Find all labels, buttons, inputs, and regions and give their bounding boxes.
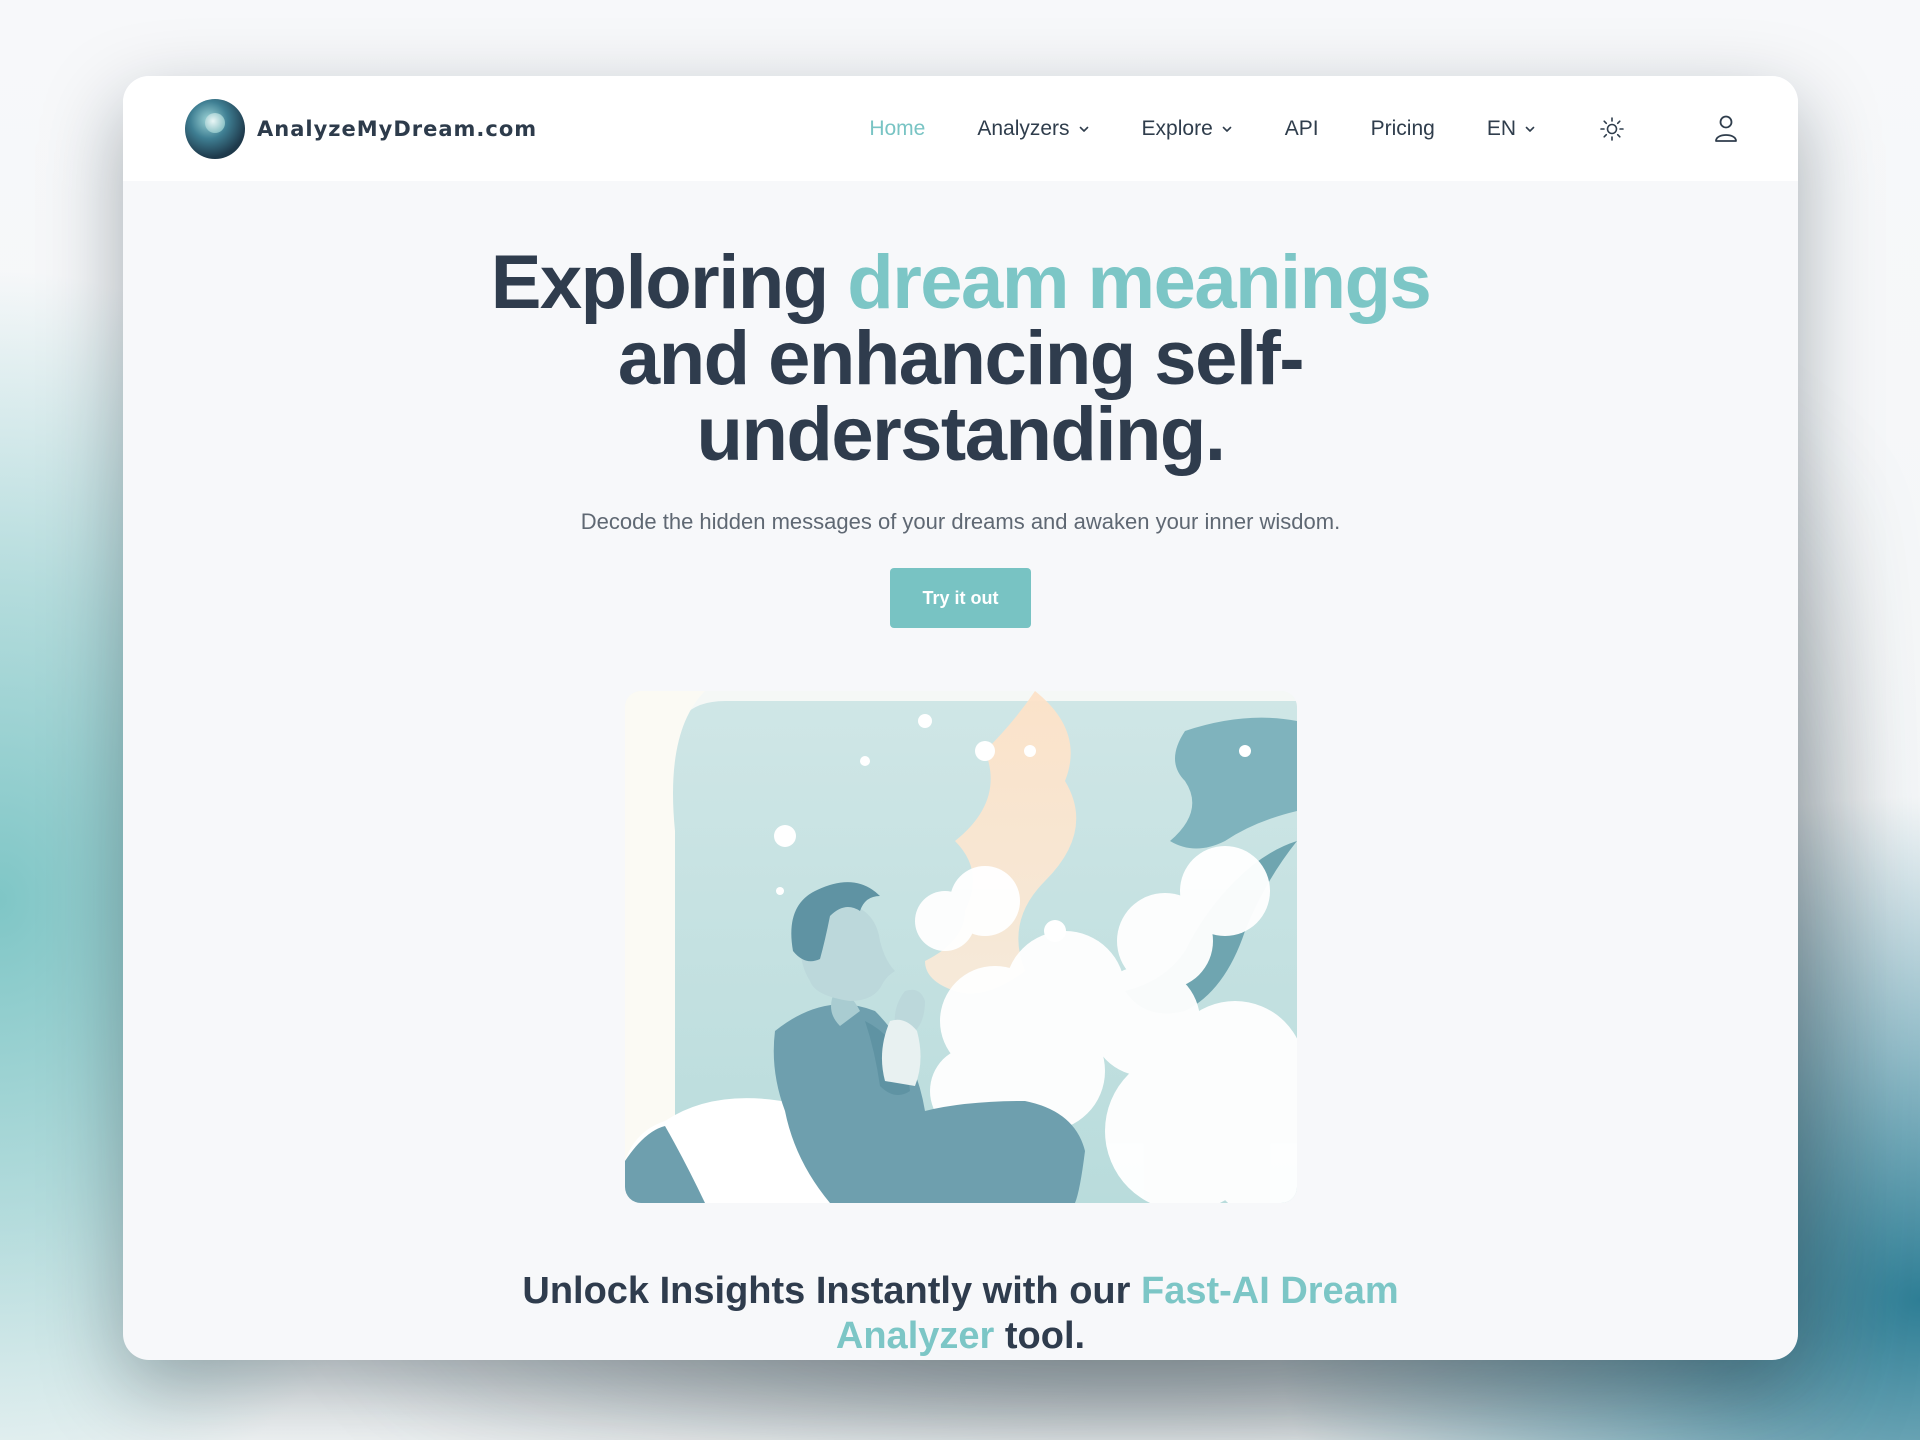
chevron-down-icon: [1525, 126, 1535, 132]
nav-api[interactable]: API: [1285, 117, 1319, 141]
main-menu: Home Analyzers Explore API Pricing EN: [869, 115, 1740, 143]
user-icon: [1715, 115, 1737, 142]
dreaming-person-image: [624, 691, 1297, 1203]
headline-text: Exploring: [490, 240, 848, 325]
chevron-down-icon: [1079, 126, 1088, 132]
chevron-down-icon: [1222, 126, 1232, 132]
account-button[interactable]: [1712, 115, 1740, 143]
brand-logo[interactable]: AnalyzeMyDream.com: [185, 98, 538, 159]
section-title-text: Unlock Insights Instantly with our: [522, 1270, 1141, 1312]
section-title-end: tool.: [994, 1315, 1086, 1357]
theme-toggle-button[interactable]: [1598, 115, 1626, 143]
logo-icon: [185, 98, 245, 159]
nav-analyzers-label: Analyzers: [977, 116, 1070, 140]
language-label: EN: [1486, 116, 1516, 140]
language-selector[interactable]: EN: [1487, 117, 1536, 141]
hero-section: Exploring dream meanings and enhancing s…: [123, 181, 1798, 1359]
top-navigation: AnalyzeMyDream.com Home Analyzers Explor…: [123, 76, 1798, 181]
browser-window: AnalyzeMyDream.com Home Analyzers Explor…: [123, 76, 1798, 1360]
hero-headline: Exploring dream meanings and enhancing s…: [461, 245, 1461, 473]
nav-pricing[interactable]: Pricing: [1371, 117, 1435, 141]
hero-illustration: [624, 691, 1297, 1203]
headline-accent: dream meanings: [847, 240, 1432, 325]
headline-text-end: and enhancing self-understanding.: [617, 316, 1305, 477]
nav-home-label: Home: [869, 116, 926, 140]
hero-subtitle: Decode the hidden messages of your dream…: [580, 509, 1341, 534]
nav-explore[interactable]: Explore: [1142, 117, 1233, 141]
try-it-out-button[interactable]: Try it out: [890, 568, 1031, 628]
section-title: Unlock Insights Instantly with our Fast-…: [461, 1269, 1461, 1359]
nav-explore-label: Explore: [1141, 116, 1213, 140]
nav-home[interactable]: Home: [869, 117, 925, 141]
brand-name: AnalyzeMyDream.com: [257, 116, 538, 141]
sun-icon: [1600, 116, 1624, 141]
nav-analyzers[interactable]: Analyzers: [977, 117, 1089, 141]
nav-api-label: API: [1284, 116, 1319, 140]
nav-pricing-label: Pricing: [1370, 116, 1435, 140]
